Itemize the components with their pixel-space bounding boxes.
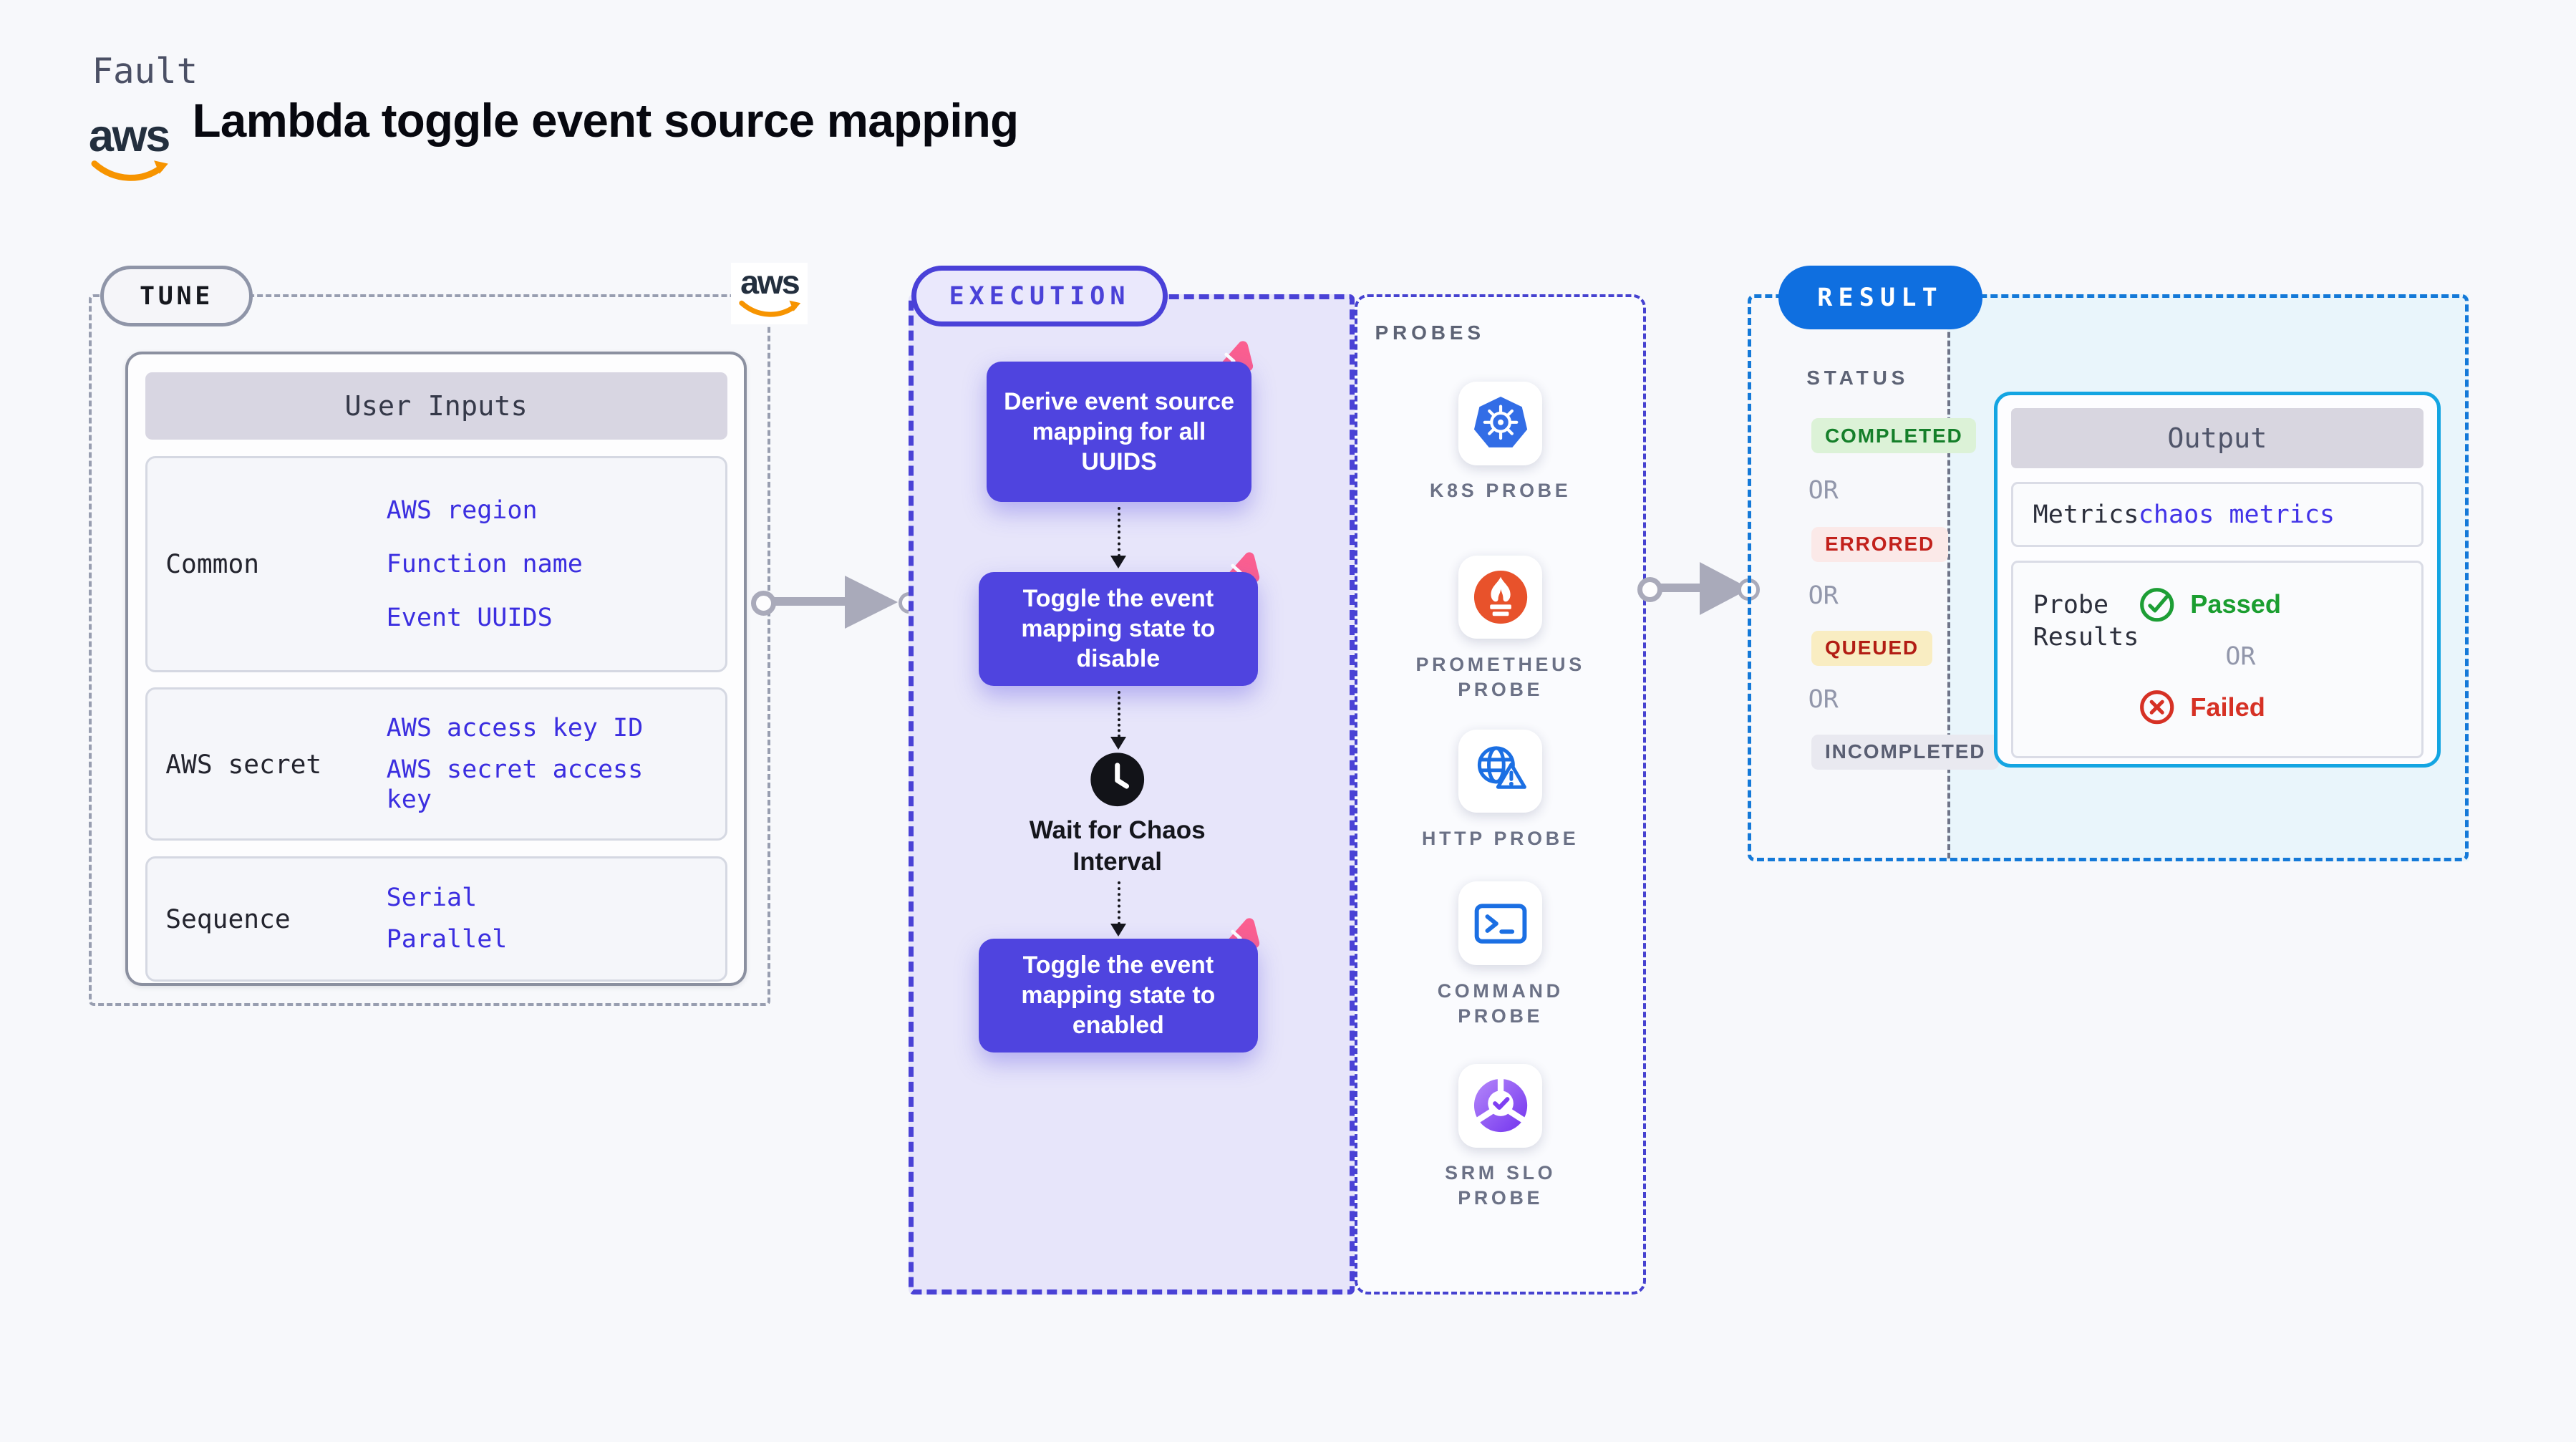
- status-title: STATUS: [1806, 366, 1909, 389]
- result-divider: [1947, 297, 1950, 858]
- fault-diagram: Fault aws Lambda toggle event source map…: [0, 0, 2576, 1442]
- output-probe-results-row: Probe Results Passed OR Failed: [2010, 560, 2424, 758]
- flow-connector: [1111, 506, 1125, 569]
- failed-label: Failed: [2190, 692, 2265, 722]
- input-value: AWS access key ID: [386, 713, 644, 743]
- flow-connector: [1111, 881, 1125, 937]
- terminal-icon: [1474, 903, 1527, 944]
- probe-label: K8S PROBE: [1430, 480, 1572, 502]
- passed-label: Passed: [2190, 589, 2282, 619]
- probe-label: SRM SLO PROBE: [1445, 1162, 1556, 1209]
- metrics-label: Metrics: [2033, 499, 2139, 529]
- connector-port-icon: [1637, 577, 1663, 603]
- x-circle-icon: [2139, 690, 2174, 725]
- probe-tile: [1458, 881, 1543, 966]
- probe-item-prometheus: PROMETHEUS PROBE: [1355, 555, 1646, 703]
- http-globe-warning-icon: [1477, 746, 1526, 789]
- aws-wordmark: aws: [88, 110, 171, 161]
- aws-smile-icon: [91, 160, 168, 181]
- input-value: Function name: [386, 548, 583, 579]
- aws-wordmark: aws: [740, 263, 800, 301]
- aws-smile-icon: [739, 300, 801, 317]
- aws-logo-corner: aws: [730, 262, 808, 325]
- status-badge-queued: QUEUED: [1811, 630, 1932, 666]
- step-label: Derive event source mapping for all UUID…: [1004, 387, 1234, 475]
- probes-title: PROBES: [1375, 321, 1485, 344]
- probe-item-srm-slo: SRM SLO PROBE: [1355, 1063, 1646, 1211]
- slo-donut-check-icon: [1473, 1077, 1527, 1133]
- input-value: Serial: [386, 883, 478, 913]
- metrics-value: chaos metrics: [2138, 500, 2335, 530]
- or-label: OR: [1808, 684, 1839, 714]
- table-row-common: Common AWS region Function name Event UU…: [145, 456, 727, 672]
- or-label: OR: [2225, 641, 2256, 671]
- step-derive-event-source-mapping: Derive event source mapping for all UUID…: [987, 361, 1251, 502]
- output-metrics-row: Metrics chaos metrics: [2010, 482, 2424, 548]
- input-value: AWS region: [386, 495, 538, 525]
- wait-chaos-interval-label: Wait for Chaos Interval: [1029, 816, 1206, 876]
- clock-icon: [1090, 753, 1145, 807]
- table-row-sequence: Sequence Serial Parallel: [145, 856, 727, 982]
- probe-tile: [1458, 729, 1543, 813]
- probe-tile: [1458, 1063, 1543, 1148]
- input-value: AWS secret access key: [386, 754, 644, 814]
- probe-item-http: HTTP PROBE: [1355, 729, 1646, 852]
- user-inputs-card: User Inputs Common AWS region Function n…: [125, 351, 747, 987]
- input-value: Parallel: [386, 924, 508, 954]
- probe-label: PROMETHEUS PROBE: [1415, 654, 1585, 701]
- output-header: Output: [2010, 408, 2424, 469]
- row-label: Sequence: [165, 903, 291, 934]
- tune-badge: TUNE: [100, 266, 253, 326]
- page-title: Lambda toggle event source mapping: [192, 94, 1019, 147]
- or-label: OR: [1808, 580, 1839, 610]
- step-label: Toggle the event mapping state to disabl…: [1021, 585, 1216, 673]
- table-row-aws-secret: AWS secret AWS access key ID AWS secret …: [145, 687, 727, 841]
- probe-results-label: Probe Results: [2033, 590, 2139, 652]
- probe-label: COMMAND PROBE: [1437, 979, 1564, 1027]
- step-toggle-mapping-enabled: Toggle the event mapping state to enable…: [978, 938, 1258, 1053]
- probe-item-command: COMMAND PROBE: [1355, 881, 1646, 1029]
- fault-eyebrow: Fault: [92, 50, 198, 92]
- connector-port-icon: [751, 590, 777, 616]
- probe-item-k8s: K8S PROBE: [1355, 381, 1646, 504]
- or-label: OR: [1808, 475, 1839, 505]
- aws-logo: aws: [88, 110, 171, 184]
- output-card: Output Metrics chaos metrics Probe Resul…: [1993, 391, 2441, 768]
- probe-tile: [1458, 555, 1543, 639]
- row-label: AWS secret: [165, 748, 322, 780]
- probe-tile: [1458, 381, 1543, 465]
- execution-badge: EXECUTION: [911, 266, 1168, 326]
- result-badge: RESULT: [1778, 266, 1982, 330]
- kubernetes-icon: [1473, 396, 1527, 447]
- user-inputs-header: User Inputs: [145, 372, 727, 440]
- prometheus-icon: [1473, 570, 1527, 624]
- status-badge-incompleted: INCOMPLETED: [1811, 734, 2000, 770]
- step-label: Toggle the event mapping state to enable…: [1021, 952, 1216, 1040]
- step-toggle-mapping-disable: Toggle the event mapping state to disabl…: [978, 572, 1258, 686]
- row-label: Common: [165, 548, 260, 580]
- status-badge-errored: ERRORED: [1811, 526, 1948, 563]
- flow-connector: [1111, 690, 1125, 750]
- input-value: Event UUIDS: [386, 602, 553, 632]
- status-badge-completed: COMPLETED: [1811, 418, 1977, 454]
- probe-label: HTTP PROBE: [1422, 828, 1579, 850]
- check-circle-icon: [2139, 587, 2174, 621]
